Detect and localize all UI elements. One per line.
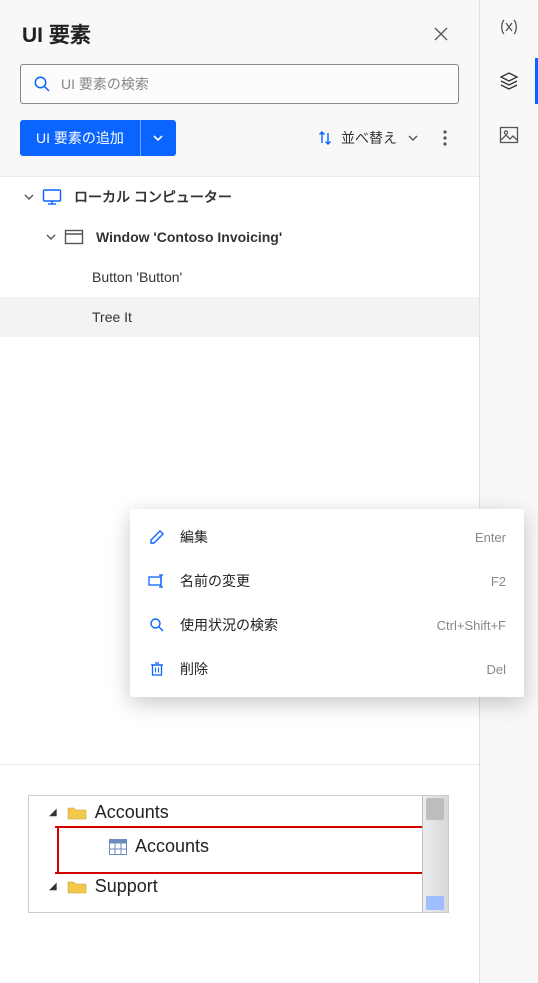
chevron-down-icon [23, 191, 35, 203]
edit-icon [149, 529, 165, 545]
context-menu-delete[interactable]: 削除 Del [130, 647, 524, 691]
preview-pane: ◢ Accounts Accounts ◢ Support [0, 764, 479, 983]
tree-item-button-label: Button 'Button' [92, 269, 182, 285]
triangle-icon: ◢ [49, 881, 57, 892]
chevron-down-icon [45, 231, 57, 243]
tree-root-row[interactable]: ローカル コンピューター [0, 177, 479, 217]
sort-icon [317, 130, 333, 146]
variables-icon [499, 18, 519, 36]
panel-title: UI 要素 [22, 19, 91, 49]
preview-scrollbar [422, 796, 448, 912]
preview-row2-label: Accounts [135, 836, 209, 857]
preview-row3-label: Support [95, 876, 158, 897]
context-menu-find-usage-shortcut: Ctrl+Shift+F [437, 618, 506, 633]
context-menu-edit-label: 編集 [180, 527, 461, 547]
sort-label: 並べ替え [341, 128, 397, 148]
context-menu-edit-shortcut: Enter [475, 530, 506, 545]
preview-tree-row: Accounts [109, 836, 209, 857]
more-button[interactable] [431, 130, 459, 146]
chevron-down-icon [152, 132, 164, 144]
chevron-down-icon [407, 132, 419, 144]
rail-images-tab[interactable] [480, 108, 538, 162]
computer-icon [42, 188, 62, 206]
rename-icon [148, 574, 166, 588]
context-menu-delete-label: 削除 [180, 659, 472, 679]
tree-item-tree-label: Tree It [92, 309, 132, 325]
add-ui-element-dropdown[interactable] [140, 120, 176, 156]
context-menu-rename-label: 名前の変更 [180, 571, 477, 591]
image-icon [499, 126, 519, 144]
layers-icon [499, 71, 519, 91]
close-icon [433, 26, 449, 42]
tree-window-row[interactable]: Window 'Contoso Invoicing' [0, 217, 479, 257]
add-ui-element-button[interactable]: UI 要素の追加 [20, 120, 140, 156]
delete-icon [150, 661, 164, 677]
context-menu-rename-shortcut: F2 [491, 574, 506, 589]
sort-button[interactable]: 並べ替え [317, 128, 421, 148]
triangle-icon: ◢ [49, 807, 57, 818]
context-menu: 編集 Enter 名前の変更 F2 使用状況の検索 Ctrl+Shift+F 削… [130, 509, 524, 697]
rail-ui-elements-tab[interactable] [480, 54, 538, 108]
context-menu-delete-shortcut: Del [486, 662, 506, 677]
context-menu-edit[interactable]: 編集 Enter [130, 515, 524, 559]
context-menu-find-usage-label: 使用状況の検索 [180, 615, 423, 635]
search-input[interactable] [61, 76, 446, 92]
preview-row1-label: Accounts [95, 802, 169, 823]
context-menu-find-usage[interactable]: 使用状況の検索 Ctrl+Shift+F [130, 603, 524, 647]
close-button[interactable] [425, 18, 457, 50]
context-menu-rename[interactable]: 名前の変更 F2 [130, 559, 524, 603]
search-icon [149, 617, 165, 633]
tree-root-label: ローカル コンピューター [74, 187, 232, 207]
tree-window-label: Window 'Contoso Invoicing' [96, 229, 282, 245]
preview-screenshot: ◢ Accounts Accounts ◢ Support [28, 795, 449, 913]
rail-variables-tab[interactable] [480, 0, 538, 54]
folder-icon [67, 879, 87, 895]
search-icon [33, 75, 51, 93]
tree-item-button-row[interactable]: Button 'Button' [0, 257, 479, 297]
preview-tree-row: ◢ Accounts [49, 802, 169, 823]
grid-icon [109, 839, 127, 855]
window-icon [64, 229, 84, 245]
folder-icon [67, 805, 87, 821]
tree-item-tree-row[interactable]: Tree It [0, 297, 479, 337]
preview-tree-row: ◢ Support [49, 876, 158, 897]
tree-area: ローカル コンピューター Window 'Contoso Invoicing' … [0, 176, 479, 764]
more-vertical-icon [443, 130, 447, 146]
search-box[interactable] [20, 64, 459, 104]
